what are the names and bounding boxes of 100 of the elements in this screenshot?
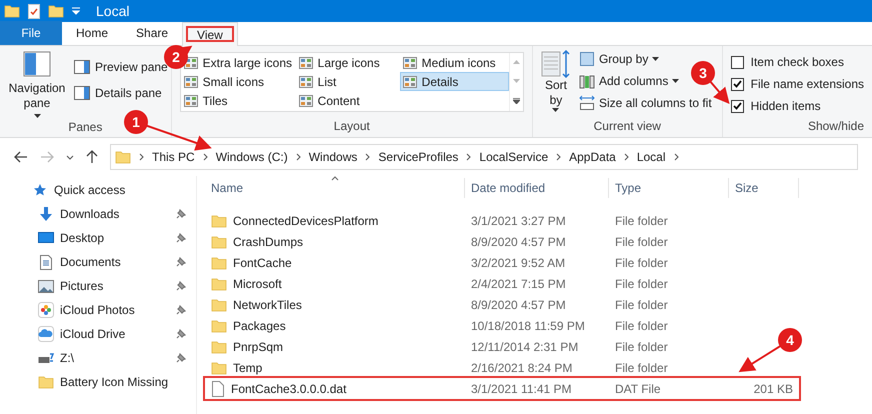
- navigation-pane-button[interactable]: Navigation pane: [0, 50, 74, 118]
- pin-icon: [176, 305, 186, 315]
- chevron-down-icon[interactable]: [66, 154, 74, 160]
- properties-icon[interactable]: [28, 4, 40, 18]
- layout-option[interactable]: Tiles: [180, 91, 296, 110]
- nav-item[interactable]: iCloud Drive: [0, 322, 196, 346]
- file-icon: [211, 380, 225, 396]
- fit-columns-icon: [578, 95, 595, 111]
- folder-icon: [211, 254, 227, 270]
- file-row[interactable]: NetworkTiles 8/9/2020 4:57 PM File folder: [205, 294, 729, 315]
- view-icon: [298, 94, 313, 106]
- nav-item[interactable]: Battery Icon Missing: [0, 370, 196, 394]
- file-row[interactable]: FontCache 3/2/2021 9:52 AM File folder: [205, 252, 729, 273]
- layout-option[interactable]: Content: [296, 91, 400, 110]
- file-row[interactable]: FontCache3.0.0.0.dat 3/1/2021 11:41 PM DAT File 201 KB: [205, 378, 799, 399]
- checkbox[interactable]: [730, 56, 744, 68]
- column-header[interactable]: Date modified: [465, 178, 609, 198]
- file-row[interactable]: PnrpSqm 12/11/2014 2:31 PM File folder: [205, 336, 729, 357]
- breadcrumb[interactable]: This PC: [152, 148, 195, 166]
- type-cell: File folder: [615, 214, 668, 228]
- type-cell: File folder: [615, 256, 668, 270]
- layout-option[interactable]: Large icons: [296, 53, 400, 72]
- date-cell: 3/2/2021 9:52 AM: [471, 256, 566, 270]
- pin-icon: [176, 233, 186, 243]
- sort-icon: [540, 50, 571, 78]
- file-name: FontCache3.0.0.0.dat: [231, 380, 346, 398]
- expand-icon[interactable]: [512, 98, 520, 104]
- nav-label: iCloud Drive: [60, 326, 126, 343]
- sort-by-button[interactable]: Sort by: [538, 50, 573, 117]
- group-label: Layout: [332, 118, 371, 135]
- folder-icon: [38, 374, 54, 390]
- file-row[interactable]: Microsoft 2/4/2021 7:15 PM File folder: [205, 273, 729, 294]
- nav-item[interactable]: iCloud Photos: [0, 298, 196, 322]
- folder-icon: [211, 234, 227, 250]
- view-command[interactable]: Group by: [578, 50, 660, 68]
- file-row[interactable]: ConnectedDevicesPlatform 3/1/2021 3:27 PM File folder: [205, 210, 729, 231]
- chevron-icon: [556, 153, 562, 161]
- breadcrumb[interactable]: AppData: [569, 148, 616, 166]
- view-command[interactable]: Size all columns to fit: [578, 94, 712, 112]
- chevron-icon: [365, 153, 370, 161]
- nav-label: Documents: [60, 254, 122, 271]
- ribbon-tab[interactable]: Home: [62, 21, 122, 45]
- breadcrumb[interactable]: Local: [636, 148, 666, 166]
- layout-option[interactable]: Details: [400, 72, 509, 91]
- layout-option[interactable]: List: [296, 72, 400, 91]
- nav-item[interactable]: Quick access: [0, 178, 196, 202]
- view-command[interactable]: Add columns: [578, 72, 680, 90]
- ribbon-tab[interactable]: Share: [122, 21, 182, 45]
- folder-icon: [115, 149, 131, 165]
- address-bar[interactable]: This PC Windows (C:) Windows ServiceProfiles LocalService AppData Local: [110, 144, 858, 170]
- file-tab[interactable]: File: [0, 21, 62, 45]
- file-name: ConnectedDevicesPlatform: [233, 212, 378, 230]
- date-cell: 3/1/2021 3:27 PM: [471, 214, 566, 228]
- nav-item[interactable]: Pictures: [0, 274, 196, 298]
- details-pane-button[interactable]: Details pane: [74, 84, 168, 102]
- column-header[interactable]: Name: [205, 178, 465, 198]
- breadcrumb[interactable]: ServiceProfiles: [378, 148, 458, 166]
- caret-icon: [652, 57, 660, 61]
- folder-icon: [211, 276, 227, 292]
- date-cell: 8/9/2020 4:57 PM: [471, 234, 566, 248]
- view-icon: [298, 56, 313, 68]
- nav-item[interactable]: Downloads: [0, 202, 196, 226]
- type-cell: File folder: [615, 234, 668, 248]
- folder-icon: [211, 338, 227, 354]
- folder-icon: [48, 3, 64, 19]
- dropdown-icon[interactable]: [72, 7, 80, 15]
- group-label: Current view: [592, 118, 662, 135]
- file-name: Temp: [233, 360, 262, 376]
- breadcrumb[interactable]: LocalService: [479, 148, 548, 166]
- chevron-icon: [139, 153, 144, 161]
- checkbox[interactable]: [730, 100, 744, 112]
- nav-item[interactable]: Desktop: [0, 226, 196, 250]
- star-icon: [33, 183, 47, 197]
- file-row[interactable]: Temp 2/16/2021 8:24 PM File folder: [205, 357, 729, 378]
- up-arrow-icon[interactable]: [86, 150, 98, 164]
- breadcrumb[interactable]: Windows: [308, 148, 358, 166]
- nav-item[interactable]: Z:\: [0, 346, 196, 370]
- back-icon[interactable]: [14, 151, 28, 163]
- type-cell: File folder: [615, 318, 668, 332]
- ribbon-tab[interactable]: View: [182, 22, 238, 46]
- layout-option[interactable]: Medium icons: [400, 53, 509, 72]
- chevron-icon: [674, 153, 679, 161]
- nav-label: Battery Icon Missing: [60, 374, 170, 391]
- layout-option[interactable]: Small icons: [180, 72, 296, 91]
- pin-icon: [176, 329, 186, 339]
- file-name: Microsoft: [233, 276, 282, 292]
- file-row[interactable]: Packages 10/18/2018 11:59 PM File folder: [205, 315, 729, 336]
- date-cell: 12/11/2014 2:31 PM: [471, 340, 578, 354]
- nav-label: Desktop: [60, 230, 106, 247]
- file-name: NetworkTiles: [233, 296, 302, 314]
- column-header[interactable]: Type: [609, 178, 729, 198]
- download-arrow-icon: [39, 206, 53, 222]
- nav-item[interactable]: Documents: [0, 250, 196, 274]
- breadcrumb[interactable]: Windows (C:): [216, 148, 288, 166]
- type-cell: File folder: [615, 276, 668, 290]
- file-row[interactable]: CrashDumps 8/9/2020 4:57 PM File folder: [205, 231, 729, 252]
- column-header[interactable]: Size: [729, 178, 799, 198]
- folder-icon: [211, 318, 227, 334]
- checkbox[interactable]: [730, 78, 744, 90]
- nav-label: Quick access: [54, 182, 126, 199]
